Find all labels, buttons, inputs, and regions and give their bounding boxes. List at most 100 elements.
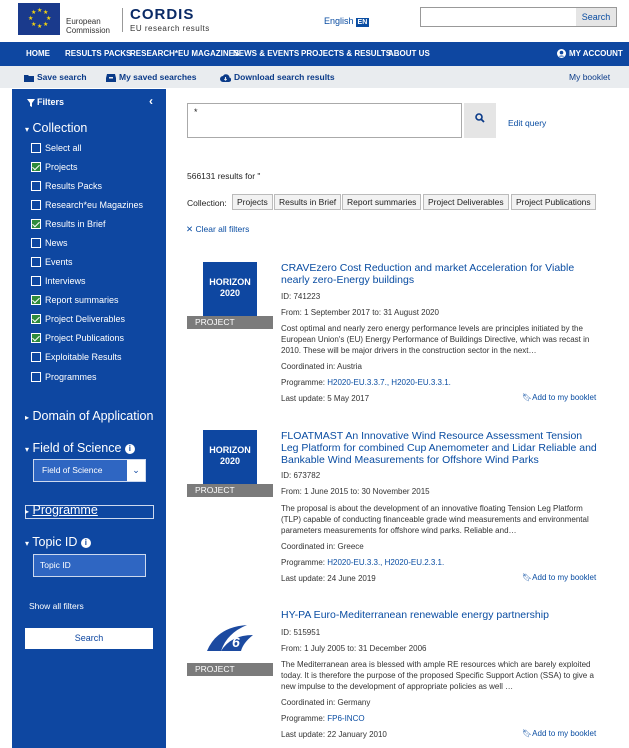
site-search-input[interactable]: Search [420, 7, 617, 27]
my-account-link[interactable]: MY ACCOUNT [557, 42, 623, 66]
filter-chip-report-summaries[interactable]: Report summaries [342, 194, 422, 210]
filter-chip-projects[interactable]: Projects [232, 194, 273, 210]
collection-checkbox-label: Select all [45, 143, 82, 153]
collection-checkbox-row[interactable]: News [31, 236, 68, 250]
checkbox-unchecked[interactable] [31, 371, 41, 382]
caret-right-icon: ▸ [25, 413, 30, 422]
download-results-button[interactable]: Download search results [220, 66, 335, 88]
result-description: The Mediterranean area is blessed with a… [281, 660, 594, 691]
collapse-sidebar-icon[interactable]: ‹ [149, 94, 153, 108]
result-thumbnail[interactable]: HORIZON 2020 PROJECT [187, 262, 273, 329]
ec-logo[interactable]: ★ ★ ★ ★ ★ ★ ★ ★ European Commission [18, 3, 118, 35]
nav-projects-results[interactable]: PROJECTS & RESULTS [301, 42, 391, 66]
programme-link[interactable]: H2020-EU.3.3.7., H2020-EU.3.3.1. [327, 378, 451, 387]
collection-checkbox-row[interactable]: Projects [31, 160, 78, 174]
nav-news-events[interactable]: NEWS & EVENTS [233, 42, 299, 66]
chevron-down-icon: ⌄ [127, 460, 145, 481]
site-name[interactable]: CORDIS [130, 6, 194, 23]
user-icon [557, 49, 566, 59]
checkbox-checked[interactable] [31, 161, 41, 172]
nav-home[interactable]: HOME [26, 42, 50, 66]
horizon-badge: HORIZON 2020 [203, 262, 257, 316]
collection-checkbox-row[interactable]: Results Packs [31, 179, 102, 193]
from-label: From: [281, 487, 302, 496]
horizon-2020-logo: HORIZON 2020 [187, 262, 273, 316]
checkbox-checked[interactable] [31, 294, 41, 305]
collection-checkbox-label: Programmes [45, 372, 97, 382]
collection-checkbox-row[interactable]: Events [31, 255, 73, 269]
caret-down-icon: ▾ [25, 125, 30, 134]
info-icon[interactable]: i [124, 443, 135, 454]
field-of-science-select[interactable]: Field of Science ⌄ [33, 459, 146, 482]
filter-chip-results-in-brief[interactable]: Results in Brief [274, 194, 342, 210]
add-to-booklet-button[interactable]: 🔖︎Add to my booklet [522, 393, 596, 402]
search-toolbar: Save search My saved searches Download s… [0, 66, 629, 88]
badge-line1: HORIZON [209, 277, 251, 287]
checkbox-unchecked[interactable] [31, 180, 41, 191]
result-type-label: PROJECT [187, 316, 273, 329]
add-to-booklet-button[interactable]: 🔖︎Add to my booklet [522, 573, 596, 582]
query-search-button[interactable] [464, 103, 496, 138]
nav-results-packs[interactable]: RESULTS PACKS [65, 42, 131, 66]
checkbox-unchecked[interactable] [31, 351, 41, 362]
query-textarea[interactable]: * [187, 103, 462, 138]
site-search-button[interactable]: Search [576, 8, 616, 26]
nav-about-us[interactable]: ABOUT US [388, 42, 430, 66]
checkbox-checked[interactable] [31, 218, 41, 229]
checkbox-unchecked[interactable] [31, 237, 41, 248]
edit-query-link[interactable]: Edit query [508, 118, 546, 128]
saved-searches-button[interactable]: My saved searches [106, 66, 197, 88]
add-to-booklet-button[interactable]: 🔖︎Add to my booklet [522, 729, 596, 738]
collection-checkbox-row[interactable]: Results in Brief [31, 217, 106, 231]
badge-line1: HORIZON [209, 445, 251, 455]
badge-line2: 2020 [219, 456, 241, 466]
show-all-filters-link[interactable]: Show all filters [29, 601, 84, 611]
clear-all-filters-link[interactable]: ✕ Clear all filters [186, 224, 249, 235]
filter-chip-project-publications[interactable]: Project Publications [511, 194, 596, 210]
checkbox-unchecked[interactable] [31, 199, 41, 210]
topic-id-section-toggle[interactable]: ▾ Topic ID i [25, 535, 91, 549]
result-title-link[interactable]: CRAVEzero Cost Reduction and market Acce… [281, 262, 601, 286]
collection-checkbox-label: Events [45, 257, 73, 267]
result-title-link[interactable]: FLOATMAST An Innovative Wind Resource As… [281, 430, 601, 466]
nav-magazines[interactable]: RESEARCH*EU MAGAZINES [130, 42, 239, 66]
collection-checkbox-label: Results Packs [45, 181, 103, 191]
result-thumbnail[interactable]: 6 PROJECT [187, 609, 273, 676]
to-date: 31 August 2020 [383, 308, 439, 317]
my-account-label: MY ACCOUNT [569, 49, 623, 58]
collection-checkbox-row[interactable]: Report summaries [31, 293, 119, 307]
checkbox-unchecked[interactable] [31, 142, 41, 153]
info-icon[interactable]: i [80, 537, 91, 548]
collection-checkbox-row[interactable]: Interviews [31, 274, 86, 288]
result-last-update: Last update: 5 May 2017 [281, 394, 370, 403]
to-label: to: [347, 644, 357, 653]
checkbox-checked[interactable] [31, 313, 41, 324]
programme-section-toggle[interactable]: ▸ Programme [25, 503, 98, 517]
programme-link[interactable]: H2020-EU.3.3., H2020-EU.2.3.1. [327, 558, 444, 567]
checkbox-unchecked[interactable] [31, 275, 41, 286]
collection-checkbox-label: Interviews [45, 276, 86, 286]
bookmark-icon: 🔖︎ [522, 393, 533, 402]
programme-link[interactable]: FP6-INCO [327, 714, 364, 723]
checkbox-checked[interactable] [31, 332, 41, 343]
collection-checkbox-row[interactable]: Project Publications [31, 331, 124, 345]
to-label: to: [350, 487, 360, 496]
save-search-button[interactable]: Save search [24, 66, 87, 88]
language-selector[interactable]: English EN [324, 16, 370, 27]
collection-checkbox-row[interactable]: Programmes [31, 370, 97, 384]
filter-chip-project-deliverables[interactable]: Project Deliverables [423, 194, 509, 210]
collection-checkbox-row[interactable]: Exploitable Results [31, 350, 122, 364]
collection-checkbox-label: Project Publications [45, 333, 125, 343]
field-of-science-section-toggle[interactable]: ▾ Field of Science i [25, 441, 135, 455]
topic-id-input[interactable]: Topic ID [33, 554, 146, 577]
collection-checkbox-row[interactable]: Select all [31, 141, 82, 155]
collection-checkbox-row[interactable]: Research*eu Magazines [31, 198, 143, 212]
collection-section-toggle[interactable]: ▾ Collection [25, 121, 87, 135]
my-booklet-link[interactable]: My booklet [569, 66, 610, 88]
domain-section-toggle[interactable]: ▸ Domain of Application [25, 409, 153, 423]
result-title-link[interactable]: HY-PA Euro-Mediterranean renewable energ… [281, 609, 601, 621]
checkbox-unchecked[interactable] [31, 256, 41, 267]
collection-checkbox-row[interactable]: Project Deliverables [31, 312, 125, 326]
sidebar-search-button[interactable]: Search [25, 628, 153, 649]
result-thumbnail[interactable]: HORIZON 2020 PROJECT [187, 430, 273, 497]
